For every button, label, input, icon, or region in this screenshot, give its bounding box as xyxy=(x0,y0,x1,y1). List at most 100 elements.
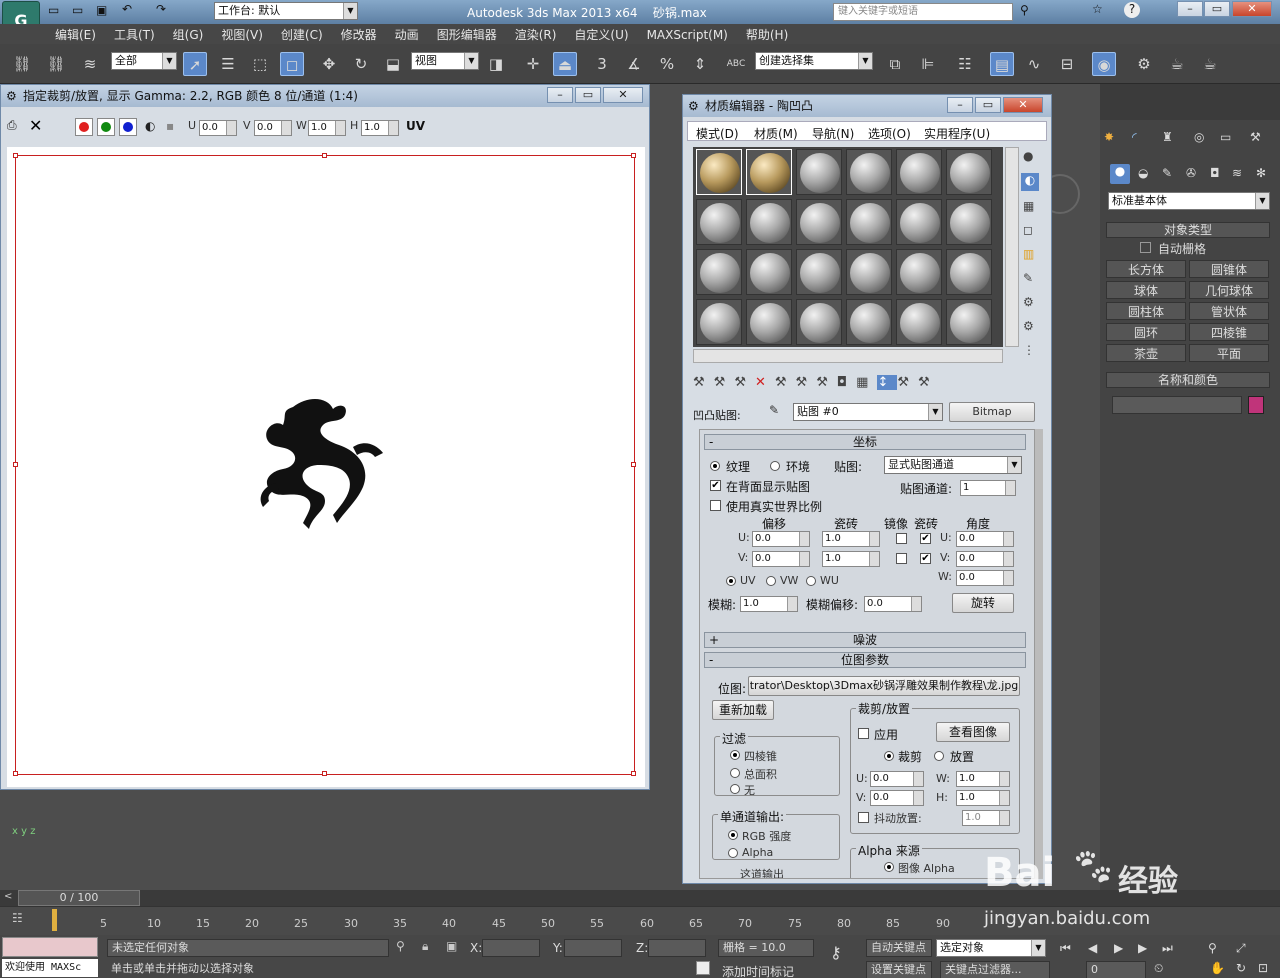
menu-maxscript[interactable]: MAXScript(M) xyxy=(638,26,737,44)
map-channel-spinner[interactable]: 1 xyxy=(960,480,1016,496)
pan-icon[interactable]: ✋ xyxy=(1210,961,1225,975)
blur-offset-spinner[interactable]: 0.0 xyxy=(864,596,922,612)
named-selection-select[interactable]: 创建选择集 ▼ xyxy=(755,52,873,70)
absolute-mode-icon[interactable]: ▣ xyxy=(446,939,457,953)
v-offset-spinner[interactable]: 0.0 xyxy=(752,551,810,567)
box-button[interactable]: 长方体 xyxy=(1106,260,1186,278)
modify-tab-icon[interactable]: ◜ xyxy=(1132,130,1137,144)
material-editor-icon[interactable]: ◉ xyxy=(1092,52,1116,76)
v-tiling-spinner[interactable]: 1.0 xyxy=(822,551,880,567)
minimize-button[interactable]: – xyxy=(1177,1,1203,17)
sample-slot[interactable] xyxy=(746,249,792,295)
eyedropper-icon[interactable]: ✎ xyxy=(769,403,779,417)
crop-handle-br[interactable] xyxy=(631,771,636,776)
key-filters-button[interactable]: 关键点过滤器... xyxy=(940,961,1050,978)
shapes-icon[interactable]: ◒ xyxy=(1138,166,1148,180)
new-file-icon[interactable]: ▭ xyxy=(48,3,59,17)
sample-slot[interactable] xyxy=(796,299,842,345)
geometry-icon[interactable]: ● xyxy=(1110,164,1130,184)
params-scrollbar[interactable] xyxy=(1035,429,1043,879)
align-icon[interactable]: ⊫ xyxy=(916,52,940,76)
menu-customize[interactable]: 自定义(U) xyxy=(565,24,637,45)
key-icon[interactable]: ⚷ xyxy=(830,943,842,962)
sample-slot[interactable] xyxy=(946,199,992,245)
add-time-tag-icon[interactable] xyxy=(696,961,710,975)
spinner-snap-icon[interactable]: ⇕ xyxy=(688,52,712,76)
redo-icon[interactable]: ↷ xyxy=(156,2,166,16)
helpers-icon[interactable]: ◘ xyxy=(1210,166,1220,180)
isolate-icon[interactable]: ⚲ xyxy=(396,939,405,953)
current-frame-input[interactable]: 0 xyxy=(1086,961,1146,978)
tube-button[interactable]: 管状体 xyxy=(1189,302,1269,320)
mat-close-button[interactable]: ✕ xyxy=(1003,97,1043,113)
alpha-radio[interactable] xyxy=(728,848,738,858)
sample-slot[interactable] xyxy=(846,249,892,295)
graphite-icon[interactable]: ▤ xyxy=(990,52,1014,76)
options-icon[interactable]: ⚙ xyxy=(1023,295,1034,309)
cameras-icon[interactable]: ✇ xyxy=(1186,166,1196,180)
clear-icon[interactable]: ✕ xyxy=(29,116,42,135)
save-file-icon[interactable]: ▣ xyxy=(96,3,107,17)
sample-slot[interactable] xyxy=(696,299,742,345)
open-file-icon[interactable]: ▭ xyxy=(72,3,83,17)
crop-handle-tm[interactable] xyxy=(322,153,327,158)
sample-slot[interactable] xyxy=(846,199,892,245)
pyramidal-radio[interactable] xyxy=(730,750,740,760)
maximize-button[interactable]: ▭ xyxy=(1204,1,1230,17)
mapping-select[interactable]: 显式贴图通道 ▼ xyxy=(884,456,1022,474)
menu-animation[interactable]: 动画 xyxy=(386,24,428,45)
z-coordinate[interactable] xyxy=(648,939,706,957)
lock-selection-icon[interactable]: 🔒︎ xyxy=(422,939,428,954)
blur-spinner[interactable]: 1.0 xyxy=(740,596,798,612)
crop-w-spinner[interactable]: 1.0 xyxy=(956,771,1010,787)
teapot-button[interactable]: 茶壶 xyxy=(1106,344,1186,362)
go-forward-icon[interactable]: ⚒ xyxy=(918,375,939,390)
vw-radio[interactable] xyxy=(766,576,776,586)
u-tile-checkbox[interactable]: ✔ xyxy=(920,533,931,544)
menu-help[interactable]: 帮助(H) xyxy=(737,24,797,45)
sample-slot[interactable] xyxy=(896,249,942,295)
v-angle-spinner[interactable]: 0.0 xyxy=(956,551,1014,567)
sample-slot[interactable] xyxy=(946,249,992,295)
v-tile-checkbox[interactable]: ✔ xyxy=(920,553,931,564)
maxscript-mini-listener[interactable] xyxy=(2,937,98,957)
keyboard-shortcut-icon[interactable]: ⏏ xyxy=(553,52,577,76)
maximize-viewport-icon[interactable]: ⊡ xyxy=(1258,961,1268,975)
scale-icon[interactable]: ⬓ xyxy=(381,52,405,76)
zoom-extents-icon[interactable]: ⤢ xyxy=(1236,941,1246,956)
time-slider-left-arrow[interactable]: < xyxy=(4,891,12,902)
autogrid-checkbox[interactable] xyxy=(1140,242,1151,253)
selection-filter-select[interactable]: 全部 ▼ xyxy=(111,52,177,70)
u-mirror-checkbox[interactable] xyxy=(896,533,907,544)
u-spinner[interactable]: 0.0 xyxy=(199,120,237,136)
curve-editor-icon[interactable]: ∿ xyxy=(1022,52,1046,76)
sample-slot[interactable] xyxy=(746,199,792,245)
select-object-icon[interactable]: ➚ xyxy=(183,52,207,76)
h-spinner[interactable]: 1.0 xyxy=(361,120,399,136)
sample-slot[interactable] xyxy=(796,249,842,295)
rendered-frame-icon[interactable]: ☕ xyxy=(1165,52,1189,76)
sample-slot[interactable] xyxy=(846,299,892,345)
pivot-icon[interactable]: ◨ xyxy=(484,52,508,76)
binoculars-icon[interactable]: ⚲ xyxy=(1020,3,1029,17)
make-preview-icon[interactable]: ✎ xyxy=(1023,271,1033,285)
object-color-swatch[interactable] xyxy=(1248,396,1264,414)
sample-slot[interactable] xyxy=(696,149,742,195)
percent-snap-icon[interactable]: % xyxy=(655,52,679,76)
view-image-button[interactable]: 查看图像 xyxy=(936,722,1010,742)
u-tiling-spinner[interactable]: 1.0 xyxy=(822,531,880,547)
help-icon[interactable]: ? xyxy=(1124,2,1140,18)
object-name-input[interactable] xyxy=(1112,396,1242,414)
crop-handle-ml[interactable] xyxy=(13,462,18,467)
u-offset-spinner[interactable]: 0.0 xyxy=(752,531,810,547)
name-color-rollup[interactable]: 名称和颜色 xyxy=(1106,372,1270,388)
menu-tools[interactable]: 工具(T) xyxy=(105,24,164,45)
time-slider-thumb[interactable]: 0 / 100 xyxy=(18,890,140,906)
real-world-checkbox[interactable] xyxy=(710,500,721,511)
menu-group[interactable]: 组(G) xyxy=(164,24,213,45)
crop-v-spinner[interactable]: 0.0 xyxy=(870,790,924,806)
bind-spacewarp-icon[interactable]: ≋ xyxy=(78,52,102,76)
window-crossing-icon[interactable]: ◻ xyxy=(280,52,304,76)
slot-hscrollbar[interactable] xyxy=(693,349,1003,363)
place-radio[interactable] xyxy=(934,751,944,761)
